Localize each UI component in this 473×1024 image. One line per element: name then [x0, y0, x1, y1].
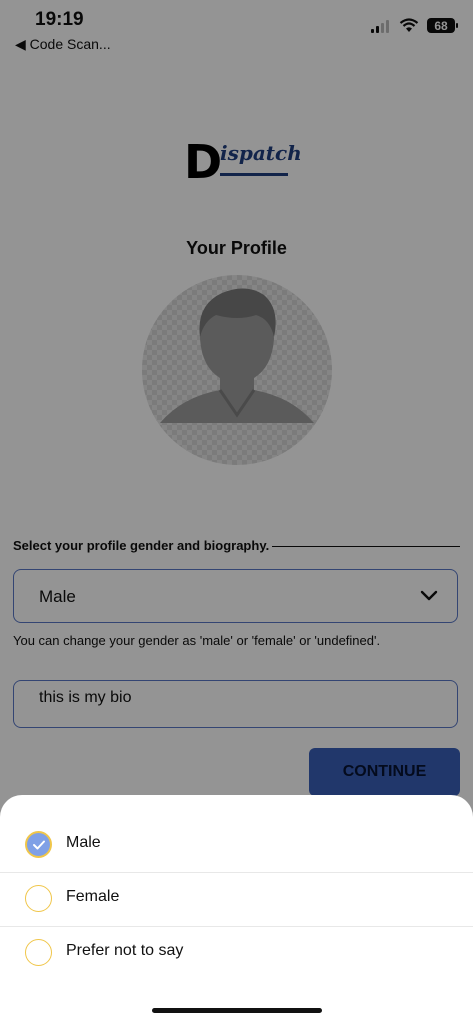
- option-label: Male: [66, 834, 101, 851]
- radio-unchecked-icon: [25, 939, 52, 966]
- option-label: Female: [66, 888, 120, 905]
- check-icon: [32, 840, 45, 849]
- home-indicator[interactable]: [152, 1008, 322, 1013]
- profile-screen: 19:19 ◀ Code Scan... 68 D ispatch Your P…: [0, 0, 473, 1024]
- option-label: Prefer not to say: [66, 942, 184, 959]
- option-prefer-not-to-say[interactable]: Prefer not to say: [0, 927, 473, 981]
- gender-options-sheet: Male Female Prefer not to say: [0, 795, 473, 1024]
- radio-checked-icon: [25, 831, 52, 858]
- option-male[interactable]: Male: [0, 819, 473, 873]
- option-female[interactable]: Female: [0, 873, 473, 927]
- radio-unchecked-icon: [25, 885, 52, 912]
